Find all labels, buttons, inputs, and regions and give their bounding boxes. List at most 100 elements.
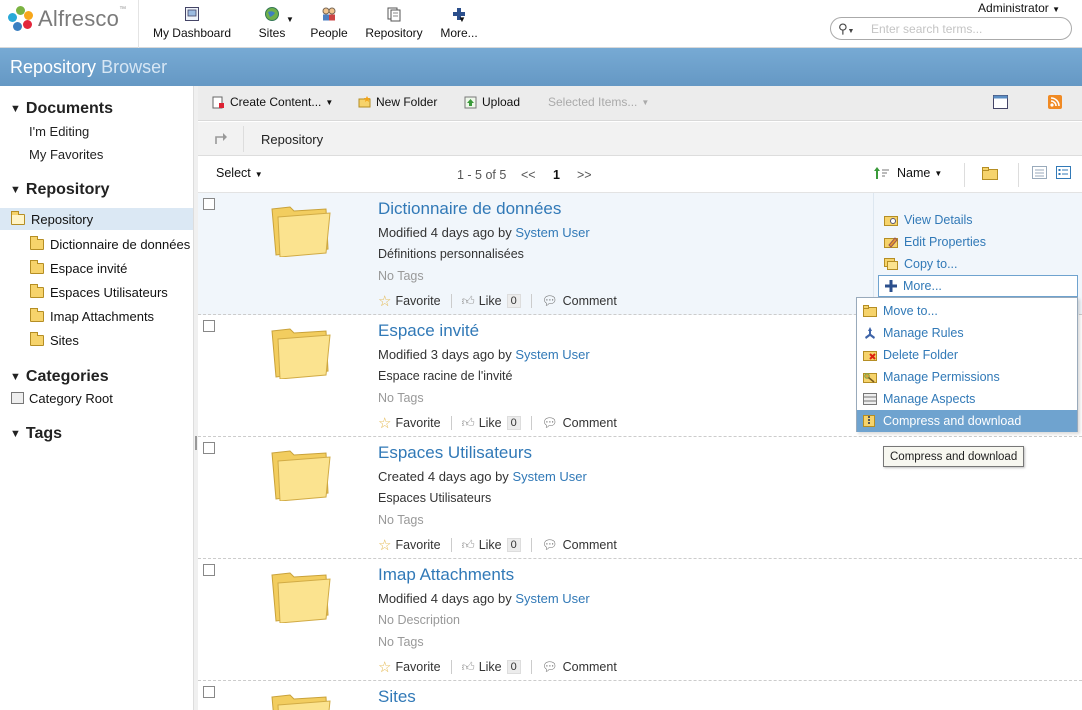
new-folder-button[interactable]: New Folder [358,95,437,109]
nav-more[interactable]: More... ▼ [430,0,488,48]
star-icon: ☆ [378,415,392,432]
row-checkbox[interactable] [203,320,215,332]
row-checkbox[interactable] [203,564,215,576]
favorite-button[interactable]: ☆ Favorite [378,292,441,310]
comment-icon: 💬︎ [541,537,558,552]
key-folder-icon [863,373,877,383]
pagination-next[interactable]: >> [577,168,592,182]
favorite-button[interactable]: ☆ Favorite [378,536,441,554]
more-actions-button[interactable]: More... [878,275,1078,297]
tree-item-dictionnaire[interactable]: Dictionnaire de données [0,233,193,255]
documents-heading[interactable]: ▼ Documents [10,100,113,118]
tree-item-imap-attachments[interactable]: Imap Attachments [0,305,193,327]
show-folders-icon[interactable] [982,167,998,180]
table-row[interactable]: Imap Attachments Modified 4 days ago by … [198,559,1082,681]
more-actions-menu: Move to... Manage Rules Delete Folder Ma… [856,297,1078,432]
page-title: Repository Browser [10,57,168,77]
row-checkbox[interactable] [203,686,215,698]
folder-icon[interactable] [270,567,332,623]
folder-icon[interactable] [270,445,332,501]
pagination-prev[interactable]: << [521,168,536,182]
user-menu[interactable]: Administrator ▼ [978,1,1060,15]
modified-info: Modified 4 days ago by System User [378,225,590,240]
row-checkbox[interactable] [203,198,215,210]
menu-item-manage-aspects[interactable]: Manage Aspects [857,388,1077,410]
like-button[interactable]: 👍︎ Like 0 [462,538,521,553]
categories-heading[interactable]: ▼ Categories [10,368,109,386]
comment-button[interactable]: 💬︎ Comment [542,538,617,553]
rss-feed-icon[interactable] [1048,95,1062,109]
alfresco-logo[interactable]: Alfresco™ [8,6,126,32]
menu-item-manage-permissions[interactable]: Manage Permissions [857,366,1077,388]
create-content-button[interactable]: Create Content... ▼ [212,95,333,109]
comment-button[interactable]: 💬︎ Comment [542,660,617,675]
sort-button[interactable]: Name ▼ [874,166,942,180]
thumbs-up-icon: 👍︎ [461,659,475,674]
people-icon [322,7,336,21]
edit-properties-action[interactable]: Edit Properties [884,235,986,249]
filter-im-editing[interactable]: I'm Editing [29,124,89,139]
folder-name-link[interactable]: Espaces Utilisateurs [378,443,532,463]
search-input[interactable] [871,20,1061,37]
folder-icon [30,259,44,274]
folder-tags: No Tags [378,269,424,283]
folder-name-link[interactable]: Sites [378,687,416,707]
tree-item-espace-invite[interactable]: Espace invité [0,257,193,279]
tree-item-espaces-utilisateurs[interactable]: Espaces Utilisateurs [0,281,193,303]
logo-text: Alfresco™ [38,6,127,31]
list-toolbar: Select ▼ 1 - 5 of 5 << 1 >> Name ▼ [198,157,1082,193]
view-details-action[interactable]: View Details [884,213,973,227]
folder-icon [30,307,44,322]
folder-name-link[interactable]: Imap Attachments [378,565,514,585]
menu-item-delete-folder[interactable]: Delete Folder [857,344,1077,366]
search-icon[interactable]: ⚲▼ [838,21,854,37]
folder-icon[interactable] [270,201,332,257]
copy-to-action[interactable]: Copy to... [884,257,958,271]
nav-repository[interactable]: Repository [358,0,430,48]
selected-items-button[interactable]: Selected Items... ▼ [548,95,649,109]
favorite-button[interactable]: ☆ Favorite [378,414,441,432]
select-menu[interactable]: Select ▼ [216,166,263,180]
simple-view-icon[interactable] [1032,166,1047,179]
plus-icon [885,280,897,292]
menu-item-manage-rules[interactable]: Manage Rules [857,322,1077,344]
comment-icon: 💬︎ [541,293,558,308]
table-row[interactable]: Sites [198,681,1082,710]
tree-item-sites[interactable]: Sites [0,329,193,351]
nav-my-dashboard[interactable]: My Dashboard [140,0,244,48]
pagination-page[interactable]: 1 [553,168,560,182]
comment-button[interactable]: 💬︎ Comment [542,294,617,309]
favorite-button[interactable]: ☆ Favorite [378,658,441,676]
comment-button[interactable]: 💬︎ Comment [542,416,617,431]
folder-name-link[interactable]: Espace invité [378,321,479,341]
folder-icon[interactable] [270,689,332,710]
nav-people[interactable]: People [300,0,358,48]
modifier-user-link[interactable]: System User [515,225,589,240]
detailed-view-icon[interactable] [1056,166,1071,179]
upload-button[interactable]: Upload [464,95,520,109]
menu-item-compress-and-download[interactable]: Compress and download [857,410,1077,432]
tree-item-category-root[interactable]: Category Root [0,387,193,409]
collapse-triangle-icon: ▼ [10,103,21,115]
folder-up-icon[interactable] [214,131,229,145]
folder-icon[interactable] [270,323,332,379]
folder-icon [30,331,44,346]
menu-item-move-to[interactable]: Move to... [857,300,1077,322]
like-button[interactable]: 👍︎ Like 0 [462,416,521,431]
folder-name-link[interactable]: Dictionnaire de données [378,199,561,219]
nav-sites[interactable]: Sites ▼ [244,0,300,48]
breadcrumb-current[interactable]: Repository [261,132,323,147]
modifier-user-link[interactable]: System User [515,347,589,362]
repository-heading[interactable]: ▼ Repository [10,181,109,199]
row-checkbox[interactable] [203,442,215,454]
folder-description: Définitions personnalisées [378,247,524,261]
like-button[interactable]: 👍︎ Like 0 [462,660,521,675]
header-divider [138,0,139,48]
toggle-sidebar-icon[interactable] [993,95,1008,109]
tags-heading[interactable]: ▼ Tags [10,425,62,443]
filter-my-favorites[interactable]: My Favorites [29,147,103,162]
tree-item-repository-root[interactable]: Repository [0,208,193,230]
like-button[interactable]: 👍︎ Like 0 [462,294,521,309]
modifier-user-link[interactable]: System User [515,591,589,606]
modifier-user-link[interactable]: System User [512,469,586,484]
